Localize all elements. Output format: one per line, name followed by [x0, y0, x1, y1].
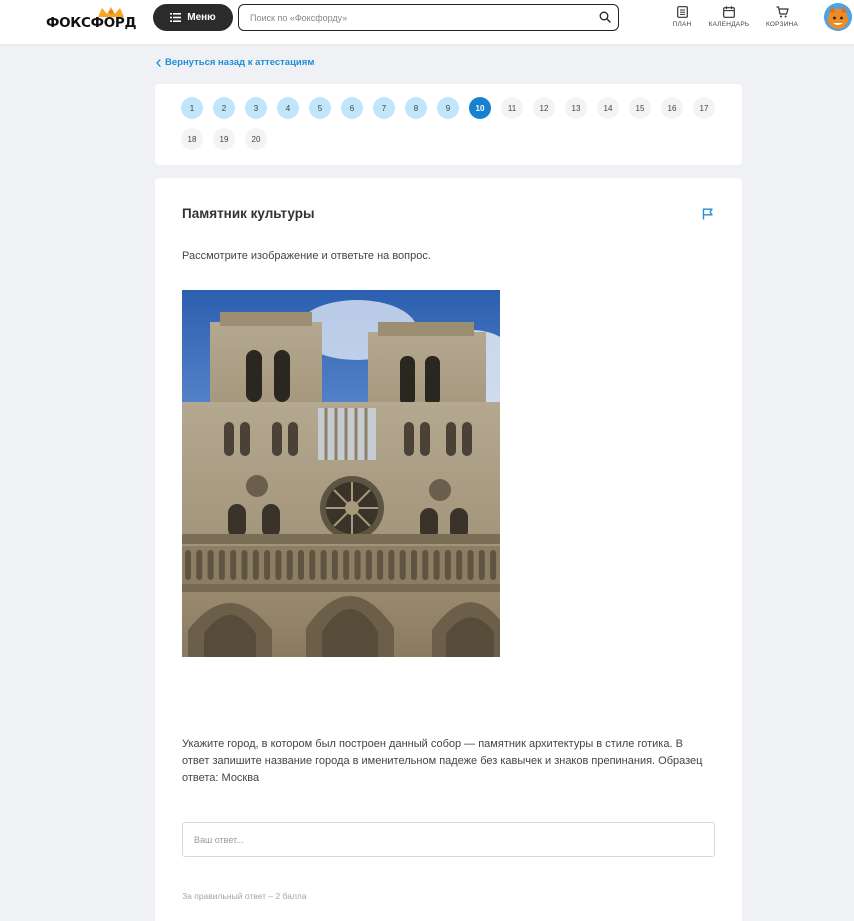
- user-avatar[interactable]: [824, 3, 852, 31]
- page-button-11[interactable]: 11: [501, 97, 523, 119]
- answer-input[interactable]: [183, 823, 714, 856]
- task-question: Укажите город, в котором был построен да…: [182, 738, 703, 784]
- page-button-19[interactable]: 19: [213, 128, 235, 150]
- score-note: За правильный ответ – 2 балла: [182, 891, 307, 901]
- top-navigation-bar: ФОКСФОРД Меню ПЛАН КАЛЕН: [0, 0, 854, 44]
- page-button-13[interactable]: 13: [565, 97, 587, 119]
- back-to-attestations-link[interactable]: Вернуться назад к аттестациям: [156, 57, 314, 68]
- question-pagination: 1 2 3 4 5 6 7 8 9 10 11 12 13 14 15 16 17 18 19 20: [155, 84, 742, 165]
- page-button-7[interactable]: 7: [373, 97, 395, 119]
- task-title: Памятник культуры: [182, 206, 315, 221]
- logo-text: ФОКСФОРД: [46, 15, 137, 31]
- nav-calendar[interactable]: КАЛЕНДАРЬ: [707, 6, 751, 32]
- nav-calendar-label: КАЛЕНДАРЬ: [708, 21, 750, 28]
- page-button-10[interactable]: 10: [469, 97, 491, 119]
- flag-icon[interactable]: [702, 208, 714, 220]
- page-button-15[interactable]: 15: [629, 97, 651, 119]
- plan-icon: [676, 6, 688, 18]
- task-card: Памятник культуры Рассмотрите изображени…: [155, 178, 742, 921]
- page-button-17[interactable]: 17: [693, 97, 715, 119]
- page-button-3[interactable]: 3: [245, 97, 267, 119]
- answer-field: [182, 822, 715, 857]
- page-button-4[interactable]: 4: [277, 97, 299, 119]
- menu-button[interactable]: Меню: [153, 4, 233, 31]
- page-button-2[interactable]: 2: [213, 97, 235, 119]
- cart-icon: [776, 6, 789, 18]
- search-input[interactable]: [250, 5, 590, 30]
- page-button-16[interactable]: 16: [661, 97, 683, 119]
- menu-icon: [170, 13, 182, 22]
- foxford-logo[interactable]: ФОКСФОРД: [46, 6, 138, 34]
- page-button-1[interactable]: 1: [181, 97, 203, 119]
- nav-plan[interactable]: ПЛАН: [670, 6, 694, 32]
- search-box: [238, 4, 619, 31]
- calendar-icon: [723, 6, 735, 18]
- task-instruction: Рассмотрите изображение и ответьте на во…: [182, 250, 431, 262]
- cathedral-image: [182, 290, 500, 657]
- page-button-9[interactable]: 9: [437, 97, 459, 119]
- page-button-20[interactable]: 20: [245, 128, 267, 150]
- page-button-5[interactable]: 5: [309, 97, 331, 119]
- back-link-label: Вернуться назад к аттестациям: [165, 57, 315, 68]
- page-button-14[interactable]: 14: [597, 97, 619, 119]
- menu-label: Меню: [187, 12, 216, 23]
- nav-plan-label: ПЛАН: [672, 21, 692, 28]
- search-icon[interactable]: [599, 11, 611, 23]
- page-button-8[interactable]: 8: [405, 97, 427, 119]
- page-button-6[interactable]: 6: [341, 97, 363, 119]
- fox-avatar-icon: [824, 3, 852, 31]
- nav-cart[interactable]: КОРЗИНА: [764, 6, 800, 32]
- nav-cart-label: КОРЗИНА: [766, 21, 798, 28]
- chevron-left-icon: [156, 58, 161, 67]
- page-button-12[interactable]: 12: [533, 97, 555, 119]
- page-button-18[interactable]: 18: [181, 128, 203, 150]
